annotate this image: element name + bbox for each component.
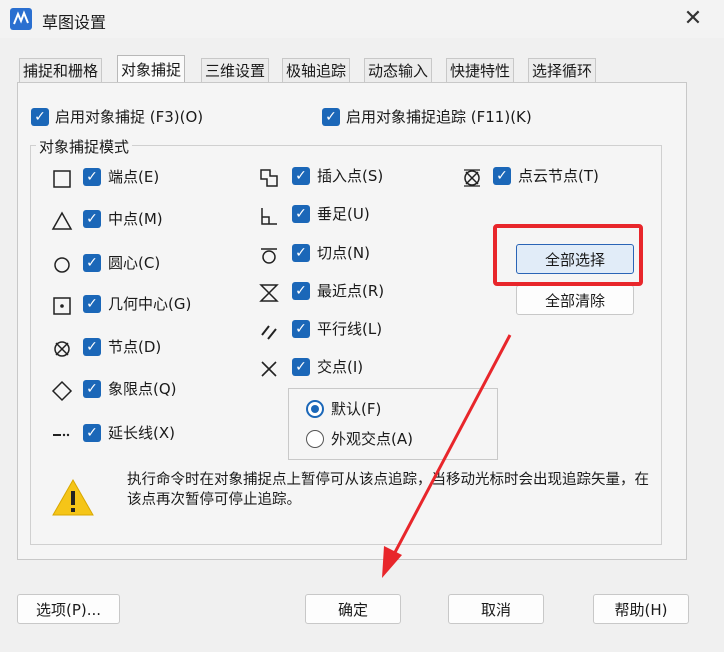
extension-checkbox[interactable]: ✓ (83, 424, 101, 442)
cancel-button[interactable]: 取消 (448, 594, 544, 624)
tab-3d-settings[interactable]: 三维设置 (201, 58, 270, 82)
quadrant-checkbox[interactable]: ✓ (83, 380, 101, 398)
insertion-label: 插入点(S) (317, 167, 384, 185)
tab-object-snap[interactable]: 对象捕捉 (117, 55, 186, 83)
tab-dynamic-input[interactable]: 动态输入 (364, 58, 433, 82)
intersection-icon (261, 361, 277, 377)
title-bar (0, 0, 724, 38)
warning-icon (52, 478, 94, 516)
radio-apparent-intersection[interactable] (306, 430, 324, 448)
extension-icon (53, 433, 70, 437)
tangent-label: 切点(N) (317, 244, 370, 262)
node-label: 节点(D) (108, 338, 162, 356)
tab-polar-tracking[interactable]: 极轴追踪 (282, 58, 351, 82)
point-cloud-node-icon (464, 169, 480, 187)
endpoint-icon (53, 170, 71, 188)
center-label: 圆心(C) (108, 254, 161, 272)
tab-snap-grid[interactable]: 捕捉和栅格 (19, 58, 103, 82)
nearest-icon (259, 284, 279, 302)
intersection-label: 交点(I) (317, 358, 364, 376)
center-checkbox[interactable]: ✓ (83, 254, 101, 272)
geometric-center-checkbox[interactable]: ✓ (83, 295, 101, 313)
endpoint-label: 端点(E) (108, 168, 160, 186)
close-icon: ✕ (683, 6, 703, 31)
geometric-center-icon (53, 297, 71, 315)
perpendicular-checkbox[interactable]: ✓ (292, 205, 310, 223)
perpendicular-icon (261, 208, 277, 225)
tangent-icon (261, 248, 277, 264)
midpoint-label: 中点(M) (108, 210, 163, 228)
quadrant-label: 象限点(Q) (108, 380, 177, 398)
geometric-center-label: 几何中心(G) (108, 295, 192, 313)
clear-all-button[interactable]: 全部清除 (516, 285, 634, 315)
options-button[interactable]: 选项(P)... (17, 594, 120, 624)
node-icon (54, 341, 70, 357)
parallel-checkbox[interactable]: ✓ (292, 320, 310, 338)
enable-tracking-checkbox[interactable]: ✓ (322, 108, 340, 126)
midpoint-icon (51, 211, 73, 230)
ok-button[interactable]: 确定 (305, 594, 401, 624)
tab-quick-properties[interactable]: 快捷特性 (446, 58, 515, 82)
enable-snap-label: 启用对象捕捉 (F3)(O) (55, 108, 204, 126)
point-cloud-node-checkbox[interactable]: ✓ (493, 167, 511, 185)
tangent-checkbox[interactable]: ✓ (292, 244, 310, 262)
annotation-arrow (382, 334, 512, 578)
app-logo-icon (10, 8, 32, 30)
nearest-checkbox[interactable]: ✓ (292, 282, 310, 300)
snap-modes-group-label: 对象捕捉模式 (36, 136, 133, 157)
tab-selection-cycling[interactable]: 选择循环 (528, 58, 597, 82)
window-title: 草图设置 (42, 13, 107, 32)
help-button[interactable]: 帮助(H) (593, 594, 689, 624)
parallel-icon (261, 325, 277, 340)
annotation-highlight-box (493, 224, 643, 286)
node-checkbox[interactable]: ✓ (83, 338, 101, 356)
radio-default[interactable] (306, 400, 324, 418)
nearest-label: 最近点(R) (317, 282, 385, 300)
perpendicular-label: 垂足(U) (317, 205, 370, 223)
point-cloud-node-label: 点云节点(T) (518, 167, 599, 185)
insertion-icon (260, 169, 278, 187)
intersection-checkbox[interactable]: ✓ (292, 358, 310, 376)
enable-snap-checkbox[interactable]: ✓ (31, 108, 49, 126)
quadrant-icon (51, 380, 73, 402)
enable-tracking-label: 启用对象捕捉追踪 (F11)(K) (346, 108, 532, 126)
close-button[interactable]: ✕ (680, 6, 706, 32)
center-icon (54, 257, 70, 273)
endpoint-checkbox[interactable]: ✓ (83, 168, 101, 186)
insertion-checkbox[interactable]: ✓ (292, 167, 310, 185)
midpoint-checkbox[interactable]: ✓ (83, 210, 101, 228)
extension-label: 延长线(X) (108, 424, 175, 442)
